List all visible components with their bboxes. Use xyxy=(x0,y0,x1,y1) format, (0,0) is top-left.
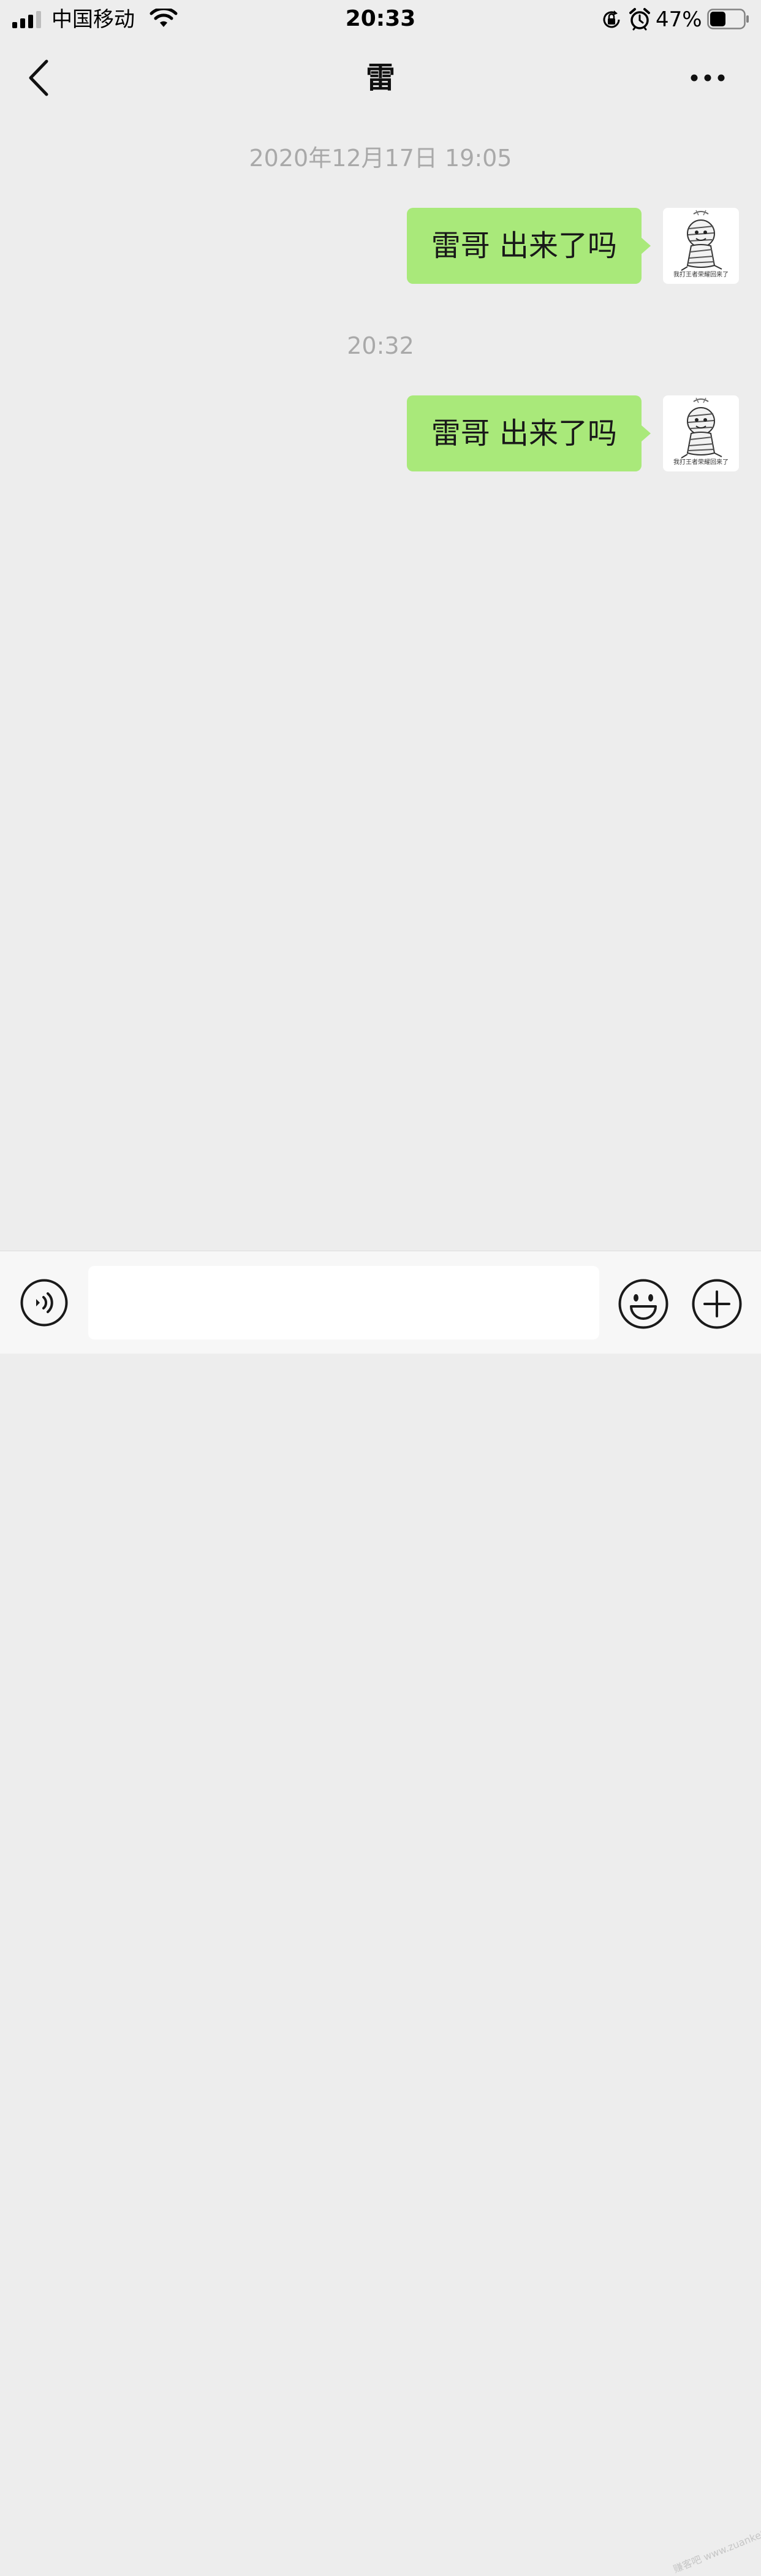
outgoing-message-bubble[interactable]: 雷哥 出来了吗 xyxy=(406,395,642,471)
bubble-tail xyxy=(641,237,651,254)
message-row: 雷哥 出来了吗 我打王者荣耀回来了 xyxy=(0,208,761,284)
emoji-icon[interactable] xyxy=(618,1278,669,1330)
battery-percent: 47% xyxy=(656,7,702,32)
avatar-caption: 我打王者荣耀回来了 xyxy=(673,272,729,278)
message-timestamp: 20:32 xyxy=(347,332,414,359)
plus-icon[interactable] xyxy=(691,1278,743,1330)
bubble-tail xyxy=(641,425,651,442)
message-row: 雷哥 出来了吗 我打王者荣耀回来了 xyxy=(0,395,761,471)
avatar[interactable]: 我打王者荣耀回来了 xyxy=(663,395,739,471)
chat-title: 雷 xyxy=(365,61,395,95)
battery-icon xyxy=(707,9,749,29)
input-bar: 赚客吧 www.zuanke8.com xyxy=(0,1251,761,2575)
avatar-caption: 我打王者荣耀回来了 xyxy=(673,459,729,466)
rotation-lock-icon xyxy=(603,10,620,28)
nav-bar: 雷 xyxy=(0,39,761,116)
watermark: 赚客吧 www.zuanke8.com xyxy=(672,2518,761,2575)
message-input[interactable] xyxy=(88,1266,599,1339)
voice-icon[interactable] xyxy=(20,1278,69,1327)
outgoing-message-bubble[interactable]: 雷哥 出来了吗 xyxy=(406,208,642,284)
alarm-icon xyxy=(629,8,650,31)
message-timestamp: 2020年12月17日 19:05 xyxy=(249,145,512,172)
avatar[interactable]: 我打王者荣耀回来了 xyxy=(663,208,739,284)
status-bar: 中国移动 20:33 47% xyxy=(0,0,761,39)
more-dots-icon[interactable] xyxy=(689,61,727,94)
